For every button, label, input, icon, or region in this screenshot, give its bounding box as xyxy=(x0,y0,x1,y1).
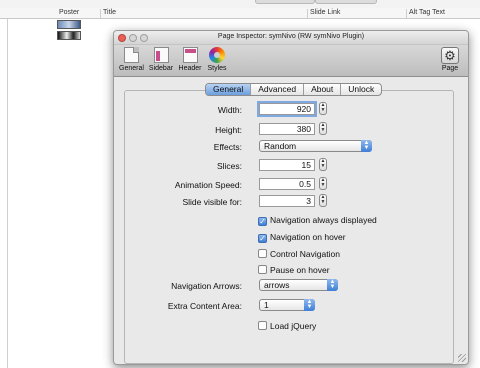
checkmark-icon: ✓ xyxy=(258,234,267,243)
toolbar-page-label: Page xyxy=(441,65,459,72)
chevron-updown-icon: ▲ ▼ xyxy=(361,140,372,152)
extra-content-label: Extra Content Area: xyxy=(167,301,242,311)
slide-visible-stepper[interactable]: ▲ ▼ xyxy=(319,194,327,207)
toolbar-styles-label: Styles xyxy=(207,65,227,72)
segmented-control-left[interactable] xyxy=(255,0,315,4)
height-stepper[interactable]: ▲ ▼ xyxy=(319,122,327,135)
toolbar-general-label: General xyxy=(119,65,144,72)
sidebar-layout-icon xyxy=(153,47,169,63)
segmented-control-right[interactable] xyxy=(315,0,377,4)
color-wheel-icon xyxy=(209,47,225,63)
height-field[interactable]: 380 xyxy=(259,123,315,135)
nav-hover-label: Navigation on hover xyxy=(270,232,346,242)
column-divider xyxy=(307,9,308,18)
nav-always-checkbox[interactable]: ✓ Navigation always displayed xyxy=(258,215,377,226)
window-titlebar: Page Inspector: symNivo (RW symNivo Plug… xyxy=(114,31,468,45)
header-layout-icon xyxy=(182,47,198,63)
nav-arrows-value: arrows xyxy=(264,280,290,290)
column-slide-link[interactable]: Slide Link xyxy=(310,9,340,16)
tab-unlock[interactable]: Unlock xyxy=(340,84,381,95)
width-field[interactable]: 920 xyxy=(257,101,317,117)
nav-arrows-label: Navigation Arrows: xyxy=(171,281,242,291)
top-strip xyxy=(0,0,480,8)
toolbar-sidebar-label: Sidebar xyxy=(148,65,174,72)
extra-content-value: 1 xyxy=(264,300,269,310)
table-header: Poster Title Slide Link Alt Tag Text xyxy=(0,8,480,19)
control-nav-label: Control Navigation xyxy=(270,249,340,259)
checkbox-empty-icon xyxy=(258,265,267,274)
inspector-toolbar: General Sidebar Header Styles ⚙ Page xyxy=(114,45,468,77)
tab-bar: General Advanced About Unlock xyxy=(205,83,383,96)
nav-arrows-popup[interactable]: arrows ▲ ▼ xyxy=(259,279,338,291)
resize-grip-icon[interactable] xyxy=(458,354,466,362)
animation-speed-field[interactable]: 0.5 xyxy=(259,178,315,190)
chevron-updown-icon: ▲ ▼ xyxy=(304,299,315,311)
poster-thumbnail[interactable] xyxy=(57,20,81,29)
slices-stepper[interactable]: ▲ ▼ xyxy=(319,158,327,171)
slide-visible-label: Slide visible for: xyxy=(182,197,242,207)
poster-thumbnail[interactable] xyxy=(57,31,81,40)
toolbar-header-button[interactable]: Header xyxy=(177,47,203,72)
width-stepper[interactable]: ▲ ▼ xyxy=(319,102,327,115)
column-divider xyxy=(406,9,407,18)
tab-advanced[interactable]: Advanced xyxy=(250,84,303,95)
effects-value: Random xyxy=(264,141,297,151)
column-title[interactable]: Title xyxy=(103,9,116,16)
column-poster[interactable]: Poster xyxy=(59,9,79,16)
load-jquery-checkbox[interactable]: Load jQuery xyxy=(258,321,316,331)
effects-label: Effects: xyxy=(213,142,242,152)
toolbar-page-button[interactable]: ⚙ Page xyxy=(439,47,461,72)
load-jquery-label: Load jQuery xyxy=(270,321,317,331)
window-title: Page Inspector: symNivo (RW symNivo Plug… xyxy=(217,33,365,40)
control-nav-checkbox[interactable]: Control Navigation xyxy=(258,249,340,259)
checkbox-empty-icon xyxy=(258,249,267,258)
extra-content-popup[interactable]: 1 ▲ ▼ xyxy=(259,299,315,311)
toolbar-sidebar-button[interactable]: Sidebar xyxy=(147,47,175,72)
chevron-updown-icon: ▲ ▼ xyxy=(327,279,338,291)
pause-hover-checkbox[interactable]: Pause on hover xyxy=(258,265,330,275)
slices-label: Slices: xyxy=(216,161,242,171)
effects-popup[interactable]: Random ▲ ▼ xyxy=(259,140,372,152)
toolbar-header-label: Header xyxy=(178,65,202,72)
animation-speed-label: Animation Speed: xyxy=(174,180,242,190)
column-divider xyxy=(100,9,101,18)
width-label: Width: xyxy=(217,105,242,115)
animation-speed-stepper[interactable]: ▲ ▼ xyxy=(319,177,327,190)
nav-always-label: Navigation always displayed xyxy=(270,215,377,225)
document-icon xyxy=(123,47,139,63)
tab-about[interactable]: About xyxy=(303,84,340,95)
column-alt-tag-text[interactable]: Alt Tag Text xyxy=(409,9,445,16)
checkmark-icon: ✓ xyxy=(258,217,267,226)
toolbar-general-button[interactable]: General xyxy=(119,47,144,72)
gear-icon: ⚙ xyxy=(441,47,459,64)
height-label: Height: xyxy=(215,125,242,135)
checkbox-empty-icon xyxy=(258,321,267,330)
nav-hover-checkbox[interactable]: ✓ Navigation on hover xyxy=(258,232,346,243)
tab-general[interactable]: General xyxy=(206,84,251,95)
slide-visible-field[interactable]: 3 xyxy=(259,195,315,207)
page-inspector-window: Page Inspector: symNivo (RW symNivo Plug… xyxy=(113,30,469,365)
pause-hover-label: Pause on hover xyxy=(270,265,330,275)
slices-field[interactable]: 15 xyxy=(259,159,315,171)
divider xyxy=(7,19,8,368)
toolbar-styles-button[interactable]: Styles xyxy=(205,47,229,72)
